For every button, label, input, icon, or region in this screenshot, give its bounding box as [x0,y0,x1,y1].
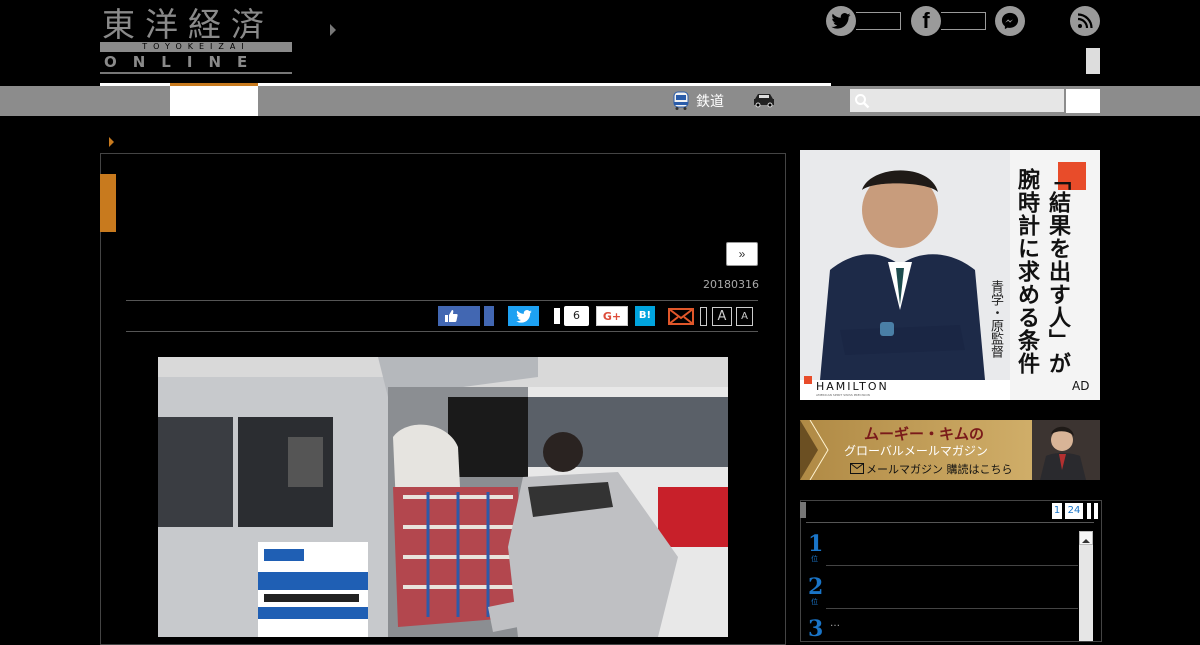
rank-number-2: 2 [808,574,824,600]
nav-item-railway[interactable]: 鉄道 [672,89,724,113]
nav-item-auto[interactable] [752,92,776,112]
ad-byline: 青学・原監督 [988,280,1003,358]
twitter-bird-icon [831,13,851,29]
font-size-large-button[interactable]: A [712,307,732,326]
train-icon [673,91,689,110]
hamilton-logo-mark [804,376,812,384]
share-bar-bottom-rule [126,331,758,332]
twitter-share-button[interactable] [508,306,539,326]
newsletter-title: ムーギー・キムの [864,425,985,443]
rss-button[interactable] [1070,6,1100,36]
breadcrumb-arrow-icon [109,137,114,147]
search-button[interactable] [1066,89,1100,113]
rank-number-3: 3 [808,616,824,642]
hatena-bookmark-button[interactable]: B! [635,306,655,326]
ad-brand-sub: AMERICAN SPIRIT SWISS PRECISION [816,393,870,397]
facebook-share-count [484,306,494,326]
ranking-tab-marker [800,502,806,518]
facebook-like-count [941,12,986,30]
logo-arrow-icon[interactable] [330,24,336,36]
newsletter-subtitle: グローバルメールマガジン [844,444,988,458]
ranking-row-divider [826,565,1078,566]
messenger-button[interactable] [995,6,1025,36]
rank-suffix-2: 位 [811,598,818,606]
ranking-page-24[interactable]: 24 [1065,503,1083,519]
ad-headline-1: 「結果を出す人」が [1045,168,1070,375]
ad-headline-2: 腕時計に求める条件 [1014,168,1039,375]
font-size-small-button[interactable]: A [736,307,753,326]
ranking-page-1[interactable]: 1 [1052,503,1062,519]
site-logo[interactable]: 東洋経済 TOYOKEIZAI ONLINE [100,5,294,74]
ranking-scrollbar[interactable] [1079,531,1093,641]
facebook-f-icon: f [922,8,930,33]
twitter-follow-count [856,12,901,30]
mail-icon[interactable] [668,306,694,326]
share-bar-top-rule [126,300,758,301]
facebook-share-button[interactable] [438,306,480,326]
pocket-count: 6 [564,306,589,326]
article-title-accent [100,174,116,232]
logo-romaji: TOYOKEIZAI [100,42,292,52]
search-input[interactable] [850,89,1064,112]
article-photo [158,357,728,637]
article-date: 20180316 [703,278,759,291]
logo-underline [100,72,292,74]
facebook-like-button[interactable]: f [911,6,941,36]
newsletter-mail-icon [850,463,864,474]
twitter-share-icon [515,310,532,323]
ad-brand: HAMILTON [816,380,889,393]
logo-kanji: 東洋経済 [102,5,274,44]
rank-number-1: 1 [808,531,824,557]
newsletter-banner[interactable]: ムーギー・キムの グローバルメールマガジン メールマガジン 購読はこちら [800,420,1100,480]
thumbs-up-icon [445,310,458,322]
car-icon [754,94,774,108]
rank-suffix-1: 位 [811,555,818,563]
delivery-van-photo [158,357,728,637]
header-menu-button[interactable] [1086,48,1100,74]
google-plus-button[interactable]: G+ [596,306,628,326]
pocket-button[interactable] [554,308,560,324]
ranking-row-divider [826,608,1078,609]
newsletter-cta: メールマガジン 購読はこちら [866,463,1013,476]
ranking-page-next[interactable] [1087,503,1091,519]
rss-icon [1077,13,1093,29]
scroll-up-button[interactable] [1079,531,1093,545]
search-icon [855,94,870,109]
ranking-page-last[interactable] [1094,503,1098,519]
logo-online: ONLINE [104,53,264,71]
nav-item-label: 鉄道 [696,94,724,110]
ranking-header-rule [806,522,1094,523]
next-page-button[interactable]: » [726,242,758,266]
nav-item-active[interactable] [170,86,258,116]
chevron-up-icon [1082,539,1090,543]
twitter-follow-button[interactable] [826,6,856,36]
messenger-icon [1001,12,1019,30]
hamilton-ad-banner[interactable]: 「結果を出す人」が 腕時計に求める条件 青学・原監督 HAMILTON AMER… [800,150,1100,400]
ad-label: AD [1072,379,1090,393]
print-button[interactable] [700,307,707,326]
rank-suffix-3: … [830,618,840,629]
